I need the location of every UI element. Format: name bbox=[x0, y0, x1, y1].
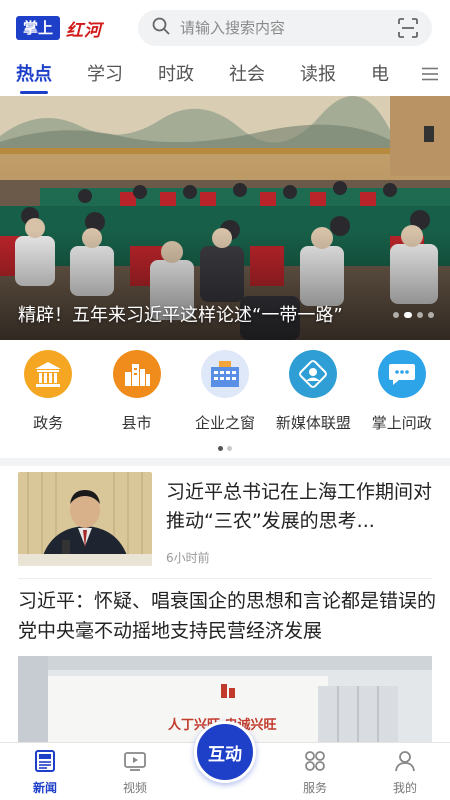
grid-label-enterprise: 企业之窗 bbox=[194, 414, 255, 432]
user-icon bbox=[393, 749, 417, 777]
newspaper-icon bbox=[33, 749, 57, 777]
top-header: 掌上 红河 bbox=[0, 0, 450, 56]
banner-page-dot bbox=[428, 312, 434, 318]
banner-page-dot bbox=[393, 312, 399, 318]
grid-pagination bbox=[0, 446, 450, 451]
grid-item-enterprise[interactable]: 企业之窗 bbox=[182, 350, 268, 440]
banner-pagination bbox=[393, 312, 434, 318]
tab-hot[interactable]: 热点 bbox=[16, 60, 52, 94]
bottom-tab-bar: 新闻 视频 互动 服务 我的 bbox=[0, 721, 450, 800]
app-root: 掌上 红河 热点 学习 时政 社会 读报 电 bbox=[0, 0, 450, 800]
tab-politics[interactable]: 时政 bbox=[158, 60, 194, 94]
news-title-1[interactable]: 习近平总书记在上海工作期间对推动“三农”发展的思考... bbox=[166, 478, 432, 536]
nav-mine[interactable]: 我的 bbox=[360, 743, 450, 800]
tabs-menu-area bbox=[390, 56, 450, 94]
banner-page-dot bbox=[404, 312, 412, 318]
grid-page-dot-active bbox=[218, 446, 223, 451]
tab-more-partial[interactable]: 电 bbox=[371, 60, 389, 94]
government-building-icon bbox=[24, 350, 73, 398]
nav-service[interactable]: 服务 bbox=[270, 743, 360, 800]
grid-item-government[interactable]: 政务 bbox=[5, 350, 91, 440]
grid-label-media-alliance: 新媒体联盟 bbox=[275, 414, 351, 432]
grid-item-county[interactable]: 县市 bbox=[94, 350, 180, 440]
grid-label-county: 县市 bbox=[121, 414, 152, 432]
grid-item-media-alliance[interactable]: 新媒体联盟 bbox=[270, 350, 356, 440]
media-alliance-icon bbox=[289, 350, 338, 398]
tab-society[interactable]: 社会 bbox=[229, 60, 265, 94]
banner-title[interactable]: 精辟！五年来习近平这样论述“一带一路” bbox=[18, 304, 358, 328]
chat-bubble-icon bbox=[377, 350, 426, 398]
tab-study[interactable]: 学习 bbox=[87, 60, 123, 94]
channel-tabs: 热点 学习 时政 社会 读报 电 bbox=[0, 56, 450, 94]
news-title-2[interactable]: 习近平：怀疑、唱衰国企的思想和言论都是错误的 党中央毫不动摇地支持民营经济发展 bbox=[18, 586, 438, 646]
search-bar[interactable] bbox=[138, 10, 432, 46]
news-thumbnail-1 bbox=[18, 472, 152, 566]
nav-video[interactable]: 视频 bbox=[90, 743, 180, 800]
news-time-1: 6小时前 bbox=[166, 551, 210, 565]
nav-news[interactable]: 新闻 bbox=[0, 743, 90, 800]
company-building-icon bbox=[200, 350, 249, 398]
scan-icon[interactable] bbox=[398, 18, 418, 42]
tab-newspaper[interactable]: 读报 bbox=[300, 60, 336, 94]
logo-box-text: 掌上 bbox=[16, 16, 61, 40]
search-icon bbox=[152, 17, 170, 39]
logo-script-text: 红河 bbox=[66, 20, 103, 41]
search-input[interactable] bbox=[180, 19, 380, 37]
menu-icon[interactable] bbox=[422, 66, 438, 85]
service-grid-icon bbox=[303, 749, 327, 777]
nav-news-label: 新闻 bbox=[32, 781, 57, 795]
banner-carousel[interactable]: 精辟！五年来习近平这样论述“一带一路” bbox=[0, 96, 450, 340]
nav-interact-slot: 互动 bbox=[180, 721, 270, 800]
section-divider bbox=[0, 458, 450, 466]
nav-service-label: 服务 bbox=[302, 781, 327, 795]
grid-item-ask-gov[interactable]: 掌上问政 bbox=[359, 350, 445, 440]
nav-video-label: 视频 bbox=[122, 781, 147, 795]
grid-label-ask-gov: 掌上问政 bbox=[371, 414, 432, 432]
video-icon bbox=[123, 749, 147, 777]
grid-label-government: 政务 bbox=[33, 414, 64, 432]
quick-entry-grid: 政务 县市 企业之窗 新媒体联盟 掌上问政 bbox=[0, 350, 450, 440]
city-skyline-icon bbox=[112, 350, 161, 398]
grid-page-dot bbox=[227, 446, 232, 451]
interact-button[interactable]: 互动 bbox=[194, 721, 256, 783]
nav-mine-label: 我的 bbox=[392, 781, 417, 795]
news-item-1[interactable]: 习近平总书记在上海工作期间对推动“三农”发展的思考... 6小时前 bbox=[18, 472, 432, 576]
banner-page-dot bbox=[417, 312, 423, 318]
news-divider bbox=[18, 578, 432, 579]
app-logo[interactable]: 掌上 红河 bbox=[16, 15, 102, 41]
